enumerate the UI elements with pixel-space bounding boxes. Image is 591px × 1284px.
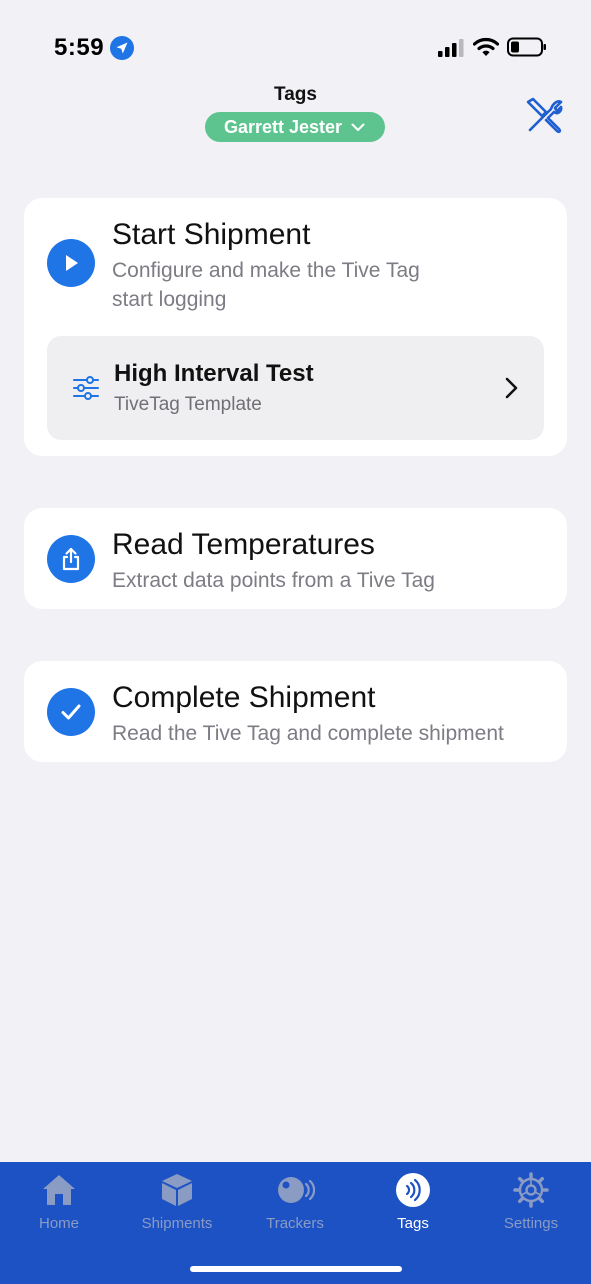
tab-trackers-label: Trackers [266, 1215, 324, 1232]
complete-shipment-description: Read the Tive Tag and complete shipment [112, 722, 504, 745]
start-shipment-title: Start Shipment [112, 218, 311, 251]
chevron-right-icon [505, 377, 518, 399]
template-title: High Interval Test [114, 360, 314, 387]
checkmark-icon [47, 688, 95, 736]
tab-shipments[interactable]: Shipments [118, 1162, 236, 1242]
tab-tags[interactable]: Tags [354, 1162, 472, 1242]
tab-home-label: Home [38, 1215, 79, 1232]
template-selector[interactable]: High Interval Test TiveTag Template [47, 336, 544, 440]
tab-trackers[interactable]: Trackers [236, 1162, 354, 1242]
play-icon [47, 239, 95, 287]
start-shipment-description-line2: start logging [112, 288, 227, 311]
location-arrow-icon [110, 36, 134, 60]
tab-tags-label: Tags [397, 1215, 429, 1232]
complete-shipment-title: Complete Shipment [112, 681, 376, 714]
tab-home[interactable]: Home [0, 1162, 118, 1242]
tab-settings-label: Settings [503, 1215, 559, 1232]
read-temperatures-card[interactable]: Read Temperatures Extract data points fr… [24, 508, 567, 609]
chevron-down-icon [351, 123, 365, 131]
user-name-label: Garrett Jester [223, 116, 343, 137]
package-icon [162, 1174, 192, 1206]
tools-icon[interactable] [524, 96, 564, 136]
wifi-icon [473, 37, 499, 56]
start-shipment-card[interactable]: Start Shipment Configure and make the Ti… [24, 198, 567, 456]
signal-icon [438, 39, 464, 57]
status-time: 5:59 [54, 34, 105, 61]
home-icon [43, 1175, 75, 1205]
template-subtitle: TiveTag Template [114, 394, 262, 415]
user-selector-button[interactable]: Garrett Jester [205, 112, 385, 142]
page-title: Tags [274, 84, 317, 105]
sliders-icon [73, 376, 99, 400]
nfc-tag-icon [396, 1173, 430, 1207]
status-bar: 5:59 [0, 0, 591, 80]
tracker-icon [278, 1177, 316, 1203]
tab-settings[interactable]: Settings [472, 1162, 590, 1242]
tab-shipments-label: Shipments [141, 1215, 213, 1232]
read-temperatures-description: Extract data points from a Tive Tag [112, 569, 435, 592]
share-upload-icon [47, 535, 95, 583]
home-indicator [190, 1266, 402, 1272]
complete-shipment-card[interactable]: Complete Shipment Read the Tive Tag and … [24, 661, 567, 762]
read-temperatures-title: Read Temperatures [112, 528, 375, 561]
gear-icon [513, 1172, 549, 1208]
start-shipment-description-line1: Configure and make the Tive Tag [112, 259, 420, 282]
battery-icon [507, 37, 546, 57]
